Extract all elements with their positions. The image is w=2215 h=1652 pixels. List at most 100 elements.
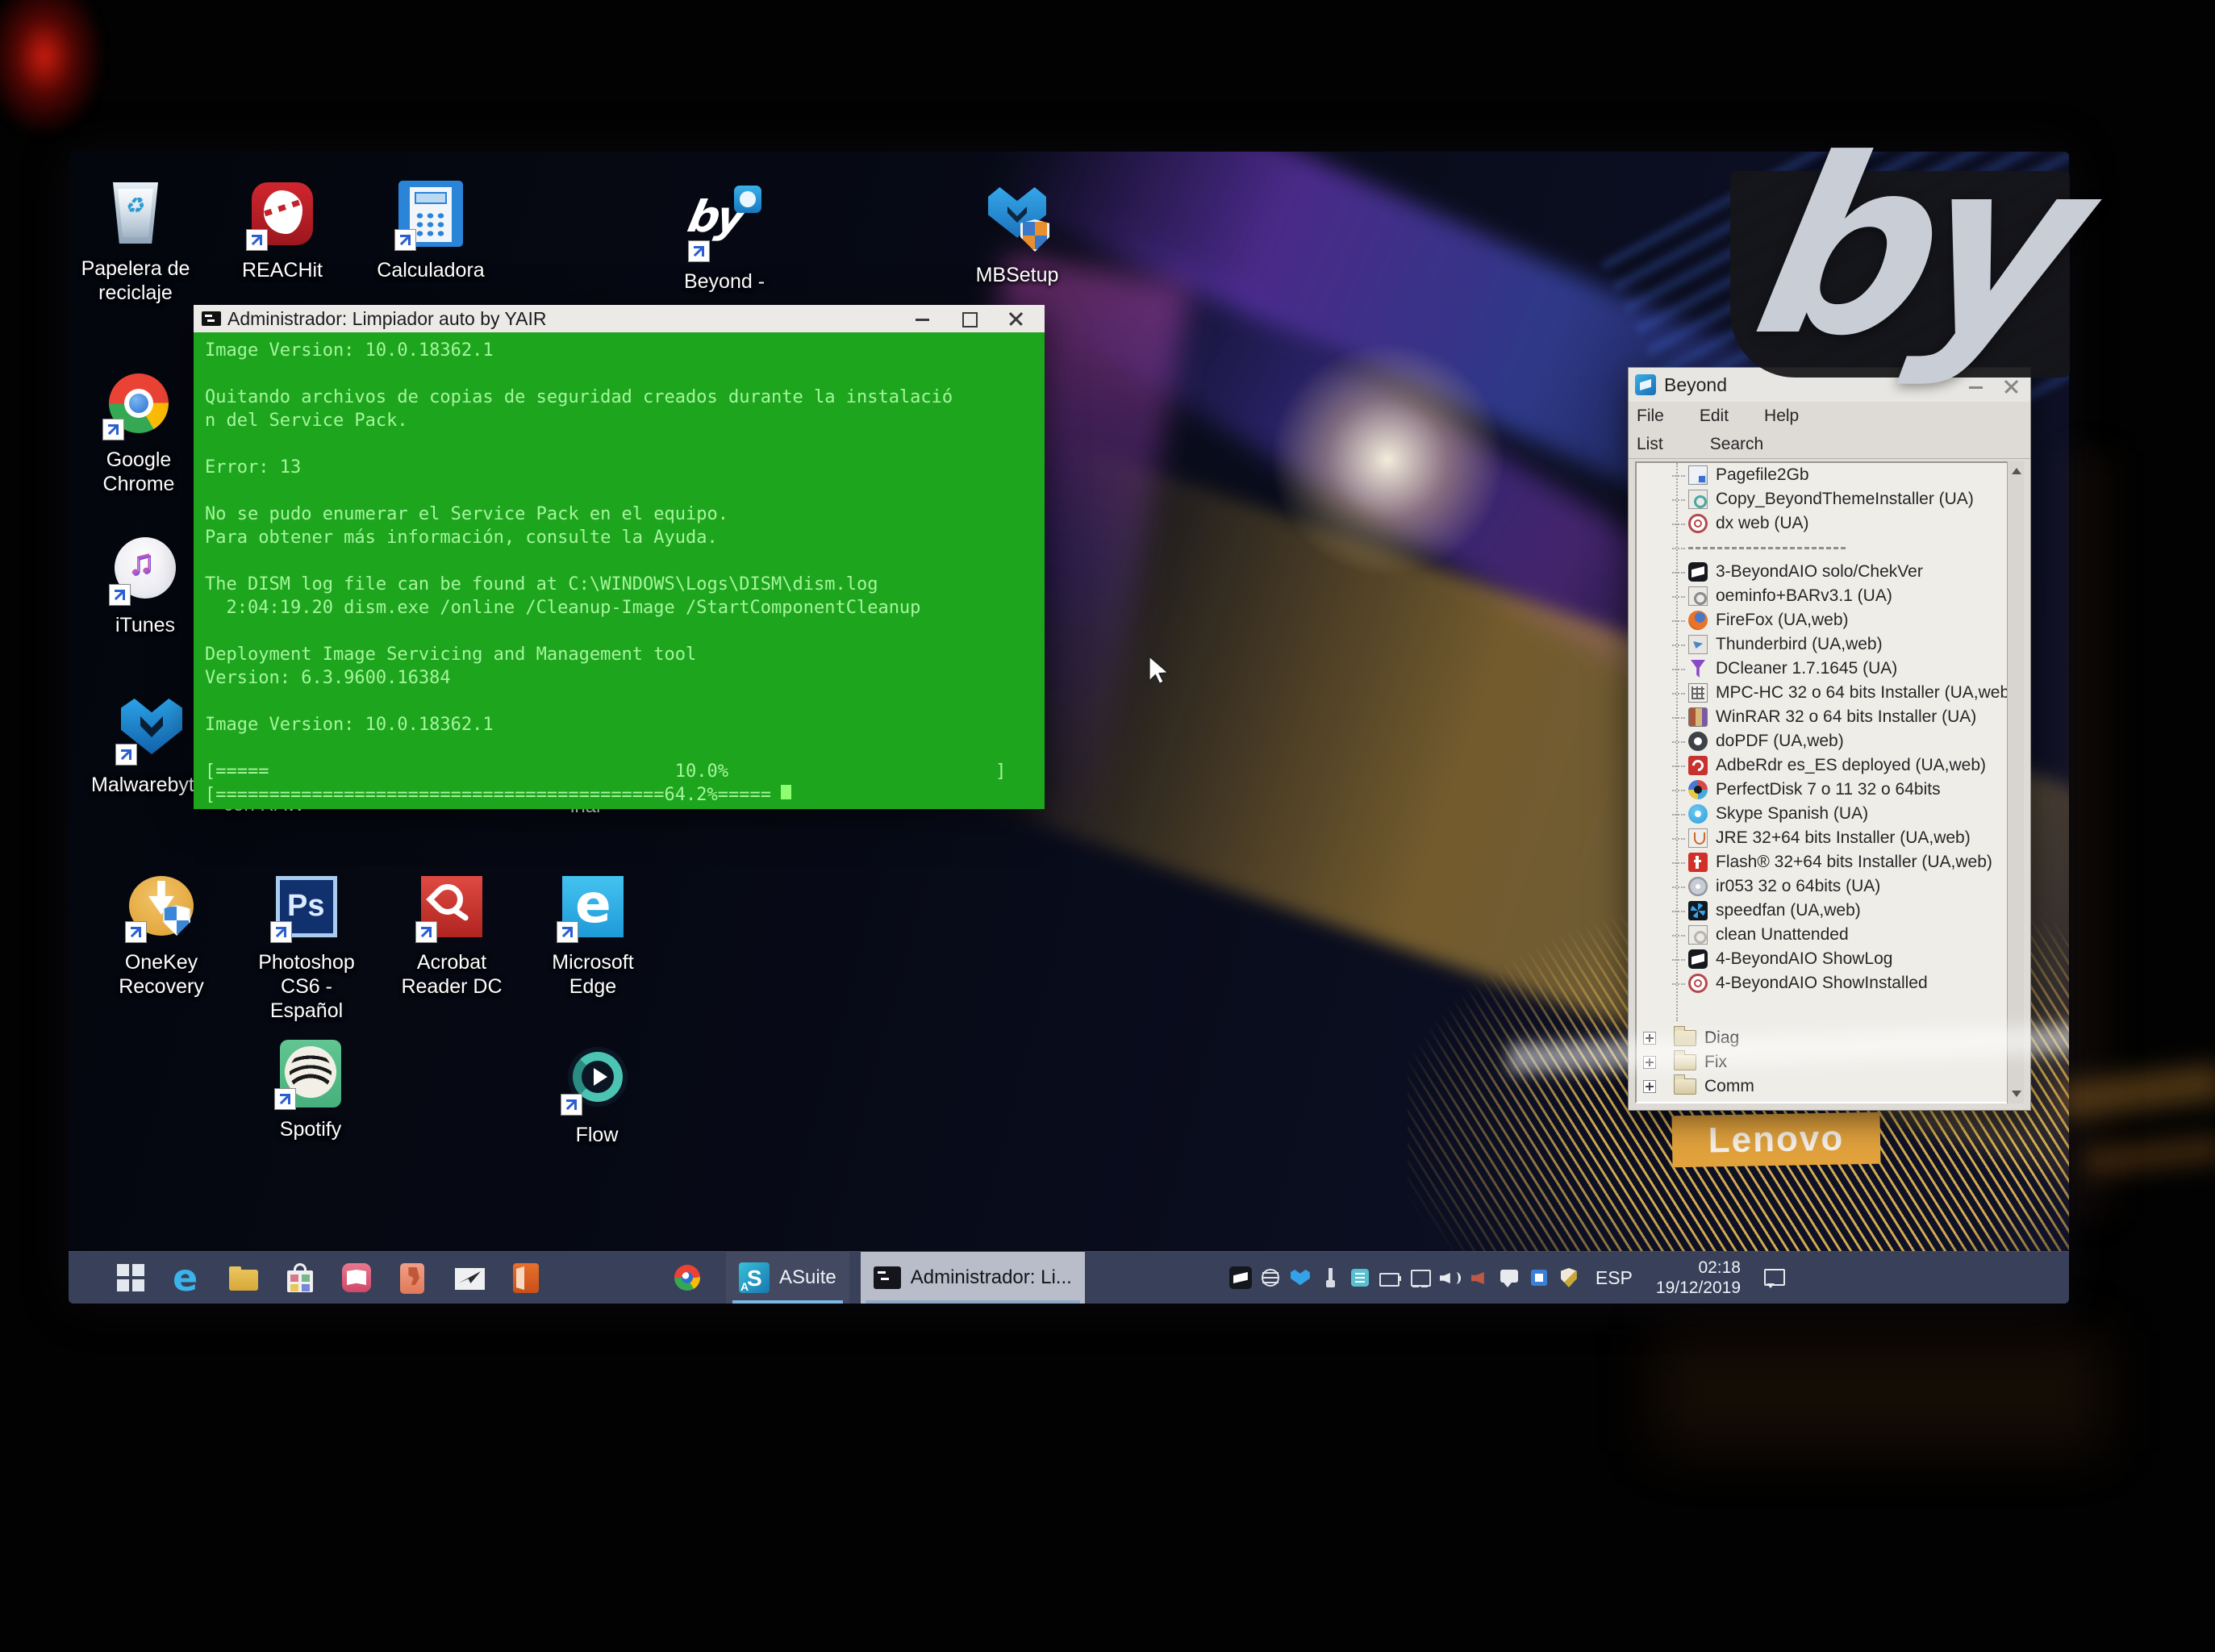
- tree-separator: [1688, 547, 1846, 549]
- taskbar-pinned-icon[interactable]: [169, 1260, 205, 1295]
- taskbar-button-administrador[interactable]: Administrador: Li...: [861, 1252, 1085, 1304]
- tree-item-row[interactable]: Flash® 32+64 bits Installer (UA,web): [1637, 850, 2022, 874]
- tray-icon[interactable]: [1528, 1266, 1550, 1289]
- tray-icon[interactable]: [1259, 1266, 1282, 1289]
- taskbar-pinned-icon[interactable]: [452, 1260, 487, 1295]
- desktop-icon[interactable]: Papelera de reciclaje: [75, 176, 196, 305]
- menu-item[interactable]: Help: [1764, 407, 1799, 426]
- tree-item-row[interactable]: 4-BeyondAIO ShowLog: [1637, 947, 2022, 971]
- minimize-button[interactable]: [899, 305, 946, 332]
- desktop-icon-image: [245, 177, 319, 252]
- taskbar-pinned-icon[interactable]: [508, 1260, 544, 1295]
- taskbar-button-asuite[interactable]: ASuite: [726, 1252, 849, 1304]
- language-indicator[interactable]: ESP: [1596, 1267, 1633, 1289]
- tree-item-icon: [1688, 877, 1708, 896]
- tray-icon[interactable]: [1468, 1266, 1491, 1289]
- tree-item-label: PerfectDisk 7 o 11 32 o 64bits: [1716, 780, 1941, 799]
- cmd-titlebar[interactable]: Administrador: Limpiador auto by YAIR: [194, 305, 1045, 332]
- tray-icon[interactable]: [1438, 1266, 1461, 1289]
- tree-item-icon: [1688, 683, 1708, 703]
- desktop-icon-label: Google Chrome: [78, 448, 199, 496]
- scrollbar[interactable]: [2007, 461, 2024, 1103]
- desktop-icon-image: [394, 177, 468, 252]
- taskbar: ASuite Administrador: Li... ESP 02:18 19…: [69, 1251, 2069, 1304]
- tree-item-row[interactable]: WinRAR 32 o 64 bits Installer (UA): [1637, 705, 2022, 729]
- taskbar-pinned-icon[interactable]: [226, 1260, 261, 1295]
- tree-item-label: 4-BeyondAIO ShowLog: [1716, 949, 1892, 969]
- tree-item-row[interactable]: Pagefile2Gb: [1637, 463, 2022, 487]
- tree-item-row[interactable]: FireFox (UA,web): [1637, 608, 2022, 632]
- tree-item-row[interactable]: dx web (UA): [1637, 511, 2022, 536]
- desktop-icon-image: [560, 1042, 634, 1116]
- tree-item-icon: [1688, 853, 1708, 872]
- beyond-menubar: File Edit Help: [1629, 402, 2030, 431]
- desktop-icon[interactable]: Microsoft Edge: [532, 870, 653, 999]
- tray-icon[interactable]: [1289, 1266, 1312, 1289]
- tree-item-row[interactable]: Thunderbird (UA,web): [1637, 632, 2022, 657]
- tree-item-label: speedfan (UA,web): [1716, 901, 1861, 920]
- tree-item-row[interactable]: oeminfo+BARv3.1 (UA): [1637, 584, 2022, 608]
- clock[interactable]: 02:18 19/12/2019: [1656, 1258, 1741, 1298]
- taskbar-pinned-icon[interactable]: [670, 1260, 705, 1295]
- tree-item-row[interactable]: AdbeRdr es_ES deployed (UA,web): [1637, 753, 2022, 778]
- tray-icon[interactable]: [1408, 1266, 1431, 1289]
- desktop-icon[interactable]: OneKey Recovery: [101, 870, 222, 999]
- tree-item-row[interactable]: doPDF (UA,web): [1637, 729, 2022, 753]
- tree-item-label: AdbeRdr es_ES deployed (UA,web): [1716, 756, 1986, 775]
- tree-item-row[interactable]: 3-BeyondAIO solo/ChekVer: [1637, 560, 2022, 584]
- desktop-icon-label: Acrobat Reader DC: [391, 950, 512, 999]
- tree-item-row[interactable]: [1637, 536, 2022, 560]
- tray-icon[interactable]: [1349, 1266, 1371, 1289]
- taskbar-pinned-icon[interactable]: [395, 1260, 431, 1295]
- taskbar-pinned-icon[interactable]: [113, 1260, 148, 1295]
- taskbar-pinned-icon[interactable]: [339, 1260, 374, 1295]
- taskbar-pinned-icon[interactable]: [282, 1260, 318, 1295]
- photo-warm-glow: [1654, 1331, 2105, 1452]
- desktop-icon[interactable]: Google Chrome: [78, 367, 199, 496]
- tree-item-row[interactable]: Copy_BeyondThemeInstaller (UA): [1637, 487, 2022, 511]
- tree-item-row[interactable]: clean Unattended: [1637, 923, 2022, 947]
- tray-icon[interactable]: [1558, 1266, 1580, 1289]
- toolbar-tab[interactable]: Search: [1710, 435, 1764, 454]
- maximize-button[interactable]: [946, 305, 993, 332]
- tree-item-label: 4-BeyondAIO ShowInstalled: [1716, 974, 1928, 993]
- desktop-icon[interactable]: Photoshop CS6 - Español: [246, 870, 367, 1023]
- tray-icon[interactable]: [1379, 1266, 1401, 1289]
- desktop-icon-label: Calculadora: [370, 258, 491, 282]
- tray-icon[interactable]: [1498, 1266, 1520, 1289]
- tree-item-icon: [1688, 490, 1708, 509]
- tree-folder-row[interactable]: Comm: [1635, 1074, 2024, 1099]
- desktop-icon-label: Beyond -: [664, 269, 785, 294]
- desktop-icon[interactable]: iTunes: [85, 532, 206, 637]
- desktop-icon[interactable]: REACHit: [222, 177, 343, 282]
- menu-item[interactable]: File: [1637, 407, 1664, 426]
- tree-item-row[interactable]: PerfectDisk 7 o 11 32 o 64bits: [1637, 778, 2022, 802]
- menu-item[interactable]: Edit: [1700, 407, 1729, 426]
- beyond-window: Beyond FileEditHelp ListSearch Pagefile2…: [1628, 367, 2031, 1111]
- desktop-icon-image: [102, 367, 176, 441]
- desktop-icon[interactable]: Acrobat Reader DC: [391, 870, 512, 999]
- tree-item-icon: [1688, 780, 1708, 799]
- tree-item-row[interactable]: ir053 32 o 64bits (UA): [1637, 874, 2022, 899]
- action-center-icon[interactable]: [1761, 1265, 1787, 1291]
- tree-item-row[interactable]: Skype Spanish (UA): [1637, 802, 2022, 826]
- desktop-icon-image: [269, 870, 344, 944]
- tree-item-row[interactable]: speedfan (UA,web): [1637, 899, 2022, 923]
- desktop-icon[interactable]: Spotify: [250, 1037, 371, 1141]
- toolbar-tab[interactable]: List: [1637, 435, 1663, 454]
- tree-item-row[interactable]: MPC-HC 32 o 64 bits Installer (UA,web): [1637, 681, 2022, 705]
- tray-icon[interactable]: [1229, 1266, 1252, 1289]
- tree-item-icon: [1688, 804, 1708, 824]
- desktop-icon[interactable]: MBSetup: [957, 182, 1078, 287]
- desktop-icon[interactable]: Flow: [536, 1042, 657, 1147]
- tree-item-label: JRE 32+64 bits Installer (UA,web): [1716, 828, 1971, 848]
- close-button[interactable]: [993, 305, 1040, 332]
- tray-icon[interactable]: [1319, 1266, 1341, 1289]
- desktop-icon[interactable]: Calculadora: [370, 177, 491, 282]
- tree-item-row[interactable]: 4-BeyondAIO ShowInstalled: [1637, 971, 2022, 995]
- tree-item-row[interactable]: DCleaner 1.7.1645 (UA): [1637, 657, 2022, 681]
- tree-item-label: DCleaner 1.7.1645 (UA): [1716, 659, 1897, 678]
- expand-plus-icon[interactable]: [1643, 1080, 1656, 1093]
- tree-item-row[interactable]: JRE 32+64 bits Installer (UA,web): [1637, 826, 2022, 850]
- desktop-icon[interactable]: Beyond -: [664, 189, 785, 294]
